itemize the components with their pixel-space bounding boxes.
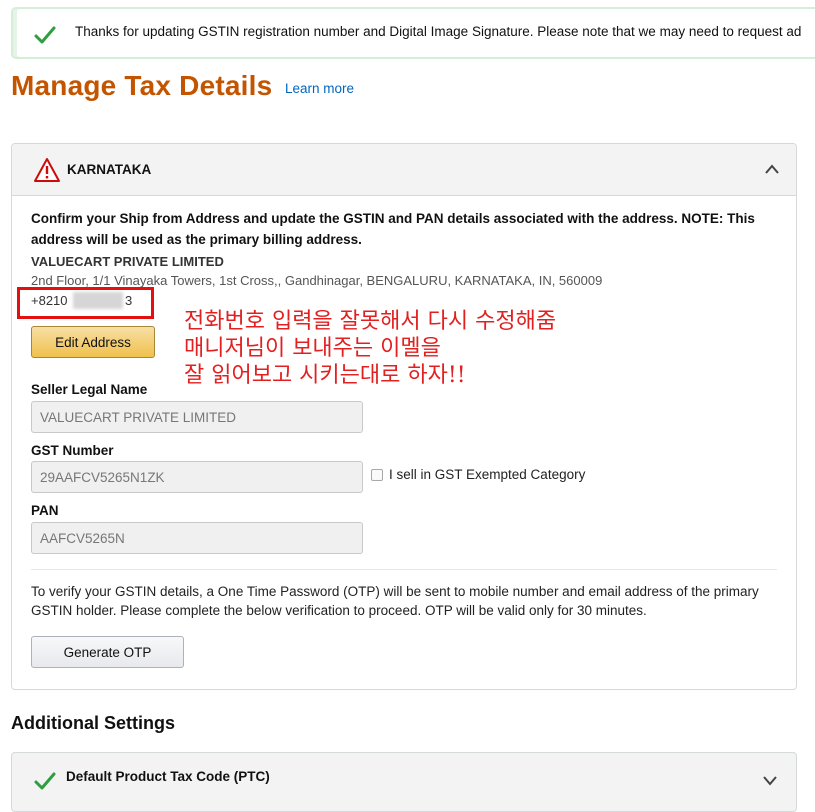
phone-highlight-box: [17, 287, 154, 319]
confirm-instructions: Confirm your Ship from Address and updat…: [31, 211, 755, 247]
gst-number-field: 29AAFCV5265N1ZK: [31, 461, 363, 493]
ptc-label: Default Product Tax Code (PTC): [66, 769, 270, 784]
pan-label: PAN: [31, 503, 59, 518]
page-title: Manage Tax Details: [11, 70, 273, 101]
warning-icon: [34, 158, 60, 182]
note-line-2: 매니저님이 보내주는 이멜을: [184, 336, 441, 361]
gst-number-label: GST Number: [31, 443, 114, 458]
edit-address-button[interactable]: Edit Address: [31, 326, 155, 358]
handwritten-note: 전화번호 입력을 잘못해서 다시 수정해줌 매니저님이 보내주는 이멜을 잘 읽…: [184, 308, 556, 389]
gst-exempt-option[interactable]: I sell in GST Exempted Category: [371, 467, 585, 482]
gst-exempt-checkbox[interactable]: [371, 468, 383, 481]
company-name: VALUECART PRIVATE LIMITED: [31, 254, 224, 269]
pan-field: AAFCV5265N: [31, 522, 363, 554]
state-panel-header[interactable]: KARNATAKA: [12, 144, 796, 196]
check-icon: [34, 772, 56, 790]
region-name: KARNATAKA: [67, 162, 152, 177]
section-divider: [31, 569, 777, 570]
learn-more-link[interactable]: Learn more: [285, 81, 354, 96]
generate-otp-button[interactable]: Generate OTP: [31, 636, 184, 668]
note-line-1: 전화번호 입력을 잘못해서 다시 수정해줌: [184, 309, 557, 334]
ptc-panel[interactable]: Default Product Tax Code (PTC): [11, 752, 797, 812]
ship-from-address: 2nd Floor, 1/1 Vinayaka Towers, 1st Cros…: [31, 273, 603, 288]
gst-exempt-label: I sell in GST Exempted Category: [389, 467, 586, 482]
note-line-3: 잘 읽어보고 시키는대로 하자!!: [184, 363, 466, 388]
chevron-down-icon[interactable]: [762, 774, 778, 786]
chevron-up-icon[interactable]: [764, 163, 780, 175]
seller-legal-name-field: VALUECART PRIVATE LIMITED: [31, 401, 363, 433]
check-icon: [34, 26, 56, 44]
alert-message: Thanks for updating GSTIN registration n…: [75, 24, 802, 39]
otp-instructions: To verify your GSTIN details, a One Time…: [31, 584, 759, 618]
success-alert: Thanks for updating GSTIN registration n…: [11, 7, 815, 59]
additional-settings-title: Additional Settings: [11, 713, 175, 733]
seller-legal-name-label: Seller Legal Name: [31, 382, 148, 397]
